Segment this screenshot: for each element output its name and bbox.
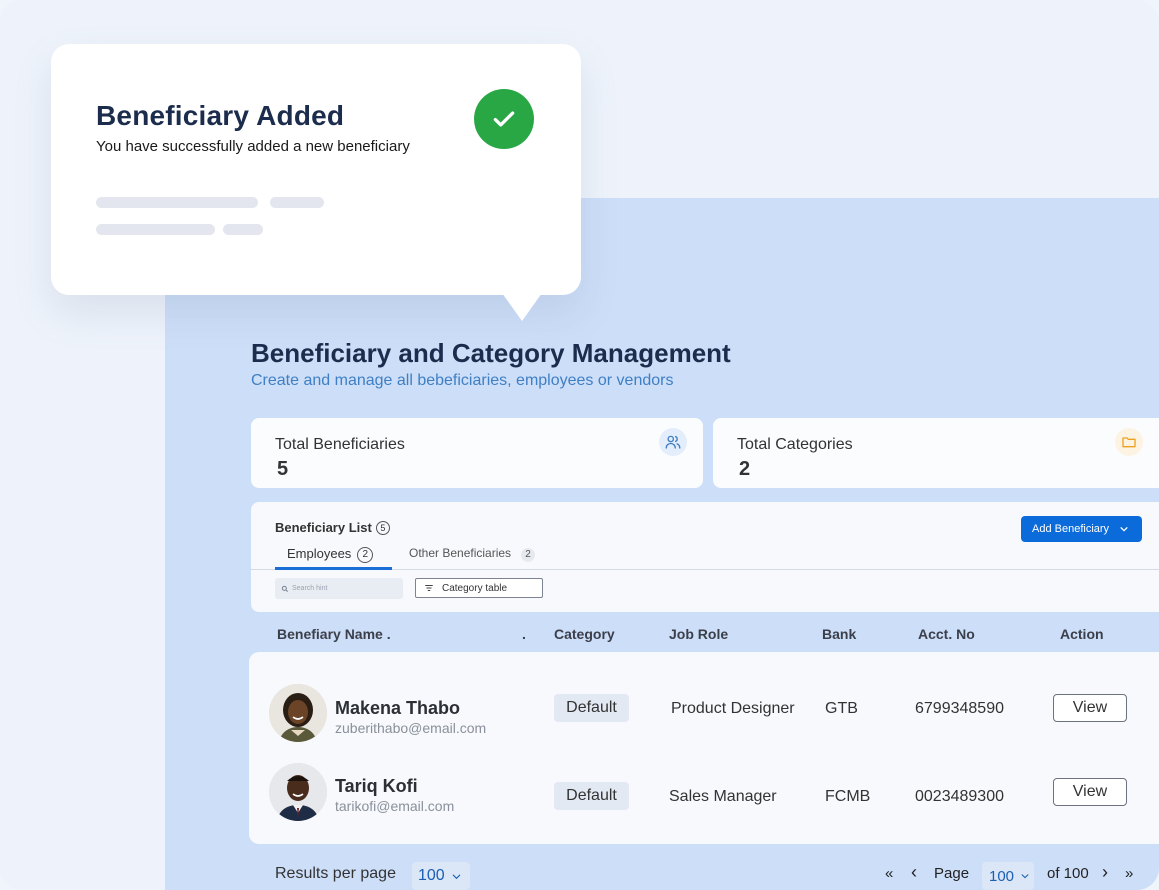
- job-role: Product Designer: [671, 700, 795, 717]
- account-number: 6799348590: [915, 700, 1004, 717]
- column-header-bank[interactable]: Bank: [822, 626, 856, 642]
- column-header-sort: .: [522, 626, 526, 642]
- page-select[interactable]: 100: [982, 862, 1034, 890]
- stat-value: 2: [739, 458, 751, 480]
- page-subtitle: Create and manage all bebeficiaries, emp…: [251, 372, 674, 389]
- chevron-down-icon: [1021, 874, 1029, 879]
- toast-pointer: [502, 293, 542, 321]
- filter-label: Category table: [442, 582, 508, 594]
- toast-message: You have successfully added a new benefi…: [96, 138, 410, 155]
- chevron-down-icon: [452, 874, 460, 879]
- category-filter-button[interactable]: Category table: [415, 578, 543, 598]
- success-toast: Beneficiary Added You have successfully …: [51, 44, 581, 321]
- add-beneficiary-button[interactable]: Add Beneficiary: [1021, 516, 1142, 542]
- prev-page-button[interactable]: ‹: [911, 862, 917, 883]
- users-icon: [659, 428, 687, 456]
- beneficiary-list-panel: Beneficiary List 5 Add Beneficiary Employ…: [251, 502, 1159, 612]
- stat-label: Total Beneficiaries: [275, 436, 405, 453]
- tab-employees[interactable]: Employees 2: [287, 546, 374, 563]
- search-input[interactable]: Search hint: [275, 578, 403, 599]
- column-header-name[interactable]: Benefiary Name .: [277, 626, 391, 642]
- add-beneficiary-label: Add Beneficiary: [1032, 523, 1110, 535]
- tab-count-badge: 2: [521, 548, 536, 562]
- page-label: Page: [934, 865, 970, 882]
- bank: GTB: [825, 700, 858, 717]
- search-placeholder: Search hint: [292, 585, 328, 592]
- page-title: Beneficiary and Category Management: [251, 338, 731, 368]
- list-title: Beneficiary List 5: [275, 520, 390, 535]
- account-number: 0023489300: [915, 788, 1004, 805]
- list-title-text: Beneficiary List: [275, 520, 372, 535]
- column-header-acct-no[interactable]: Acct. No: [918, 626, 975, 642]
- skeleton-line: [96, 197, 258, 208]
- bank: FCMB: [825, 788, 871, 805]
- beneficiary-email: tarikofi@email.com: [335, 798, 455, 814]
- skeleton-line: [270, 197, 324, 208]
- column-header-job-role[interactable]: Job Role: [669, 626, 728, 642]
- check-icon: [474, 89, 534, 149]
- results-per-page-value: 100: [418, 867, 445, 884]
- tab-label: Other Beneficiaries: [409, 546, 512, 560]
- page-select-value: 100: [989, 867, 1015, 885]
- avatar: [269, 684, 327, 742]
- last-page-button[interactable]: »: [1125, 865, 1133, 882]
- view-button[interactable]: View: [1053, 694, 1127, 722]
- stat-card-beneficiaries: Total Beneficiaries 5: [251, 418, 703, 488]
- active-tab-indicator: [275, 567, 392, 570]
- avatar: [269, 763, 327, 821]
- column-header-category[interactable]: Category: [554, 626, 615, 642]
- stat-card-categories: Total Categories 2: [713, 418, 1159, 488]
- next-page-button[interactable]: ›: [1102, 862, 1108, 883]
- beneficiary-name[interactable]: Tariq Kofi: [335, 776, 418, 797]
- page-total: of 100: [1047, 865, 1089, 882]
- filter-icon: [425, 584, 433, 592]
- stat-value: 5: [277, 458, 289, 480]
- chevron-down-icon: [1120, 527, 1128, 532]
- skeleton-line: [223, 224, 263, 235]
- search-icon: [281, 585, 289, 592]
- tab-label: Employees: [287, 546, 352, 561]
- category-chip: Default: [554, 782, 629, 810]
- tab-count-badge: 2: [357, 546, 374, 563]
- results-per-page-label: Results per page: [275, 865, 396, 882]
- job-role: Sales Manager: [669, 788, 777, 805]
- view-button[interactable]: View: [1053, 778, 1127, 806]
- beneficiary-name[interactable]: Makena Thabo: [335, 698, 460, 719]
- table-body: [249, 652, 1159, 844]
- stat-label: Total Categories: [737, 436, 853, 453]
- toast-title: Beneficiary Added: [96, 100, 345, 131]
- results-per-page-select[interactable]: 100: [412, 862, 470, 890]
- folder-icon: [1115, 428, 1143, 456]
- tab-other-beneficiaries[interactable]: Other Beneficiaries 2: [409, 546, 536, 562]
- first-page-button[interactable]: «: [885, 865, 893, 882]
- column-header-action: Action: [1060, 626, 1104, 642]
- list-count-badge: 5: [375, 521, 390, 535]
- category-chip: Default: [554, 694, 629, 722]
- skeleton-line: [96, 224, 215, 235]
- beneficiary-email: zuberithabo@email.com: [335, 720, 487, 736]
